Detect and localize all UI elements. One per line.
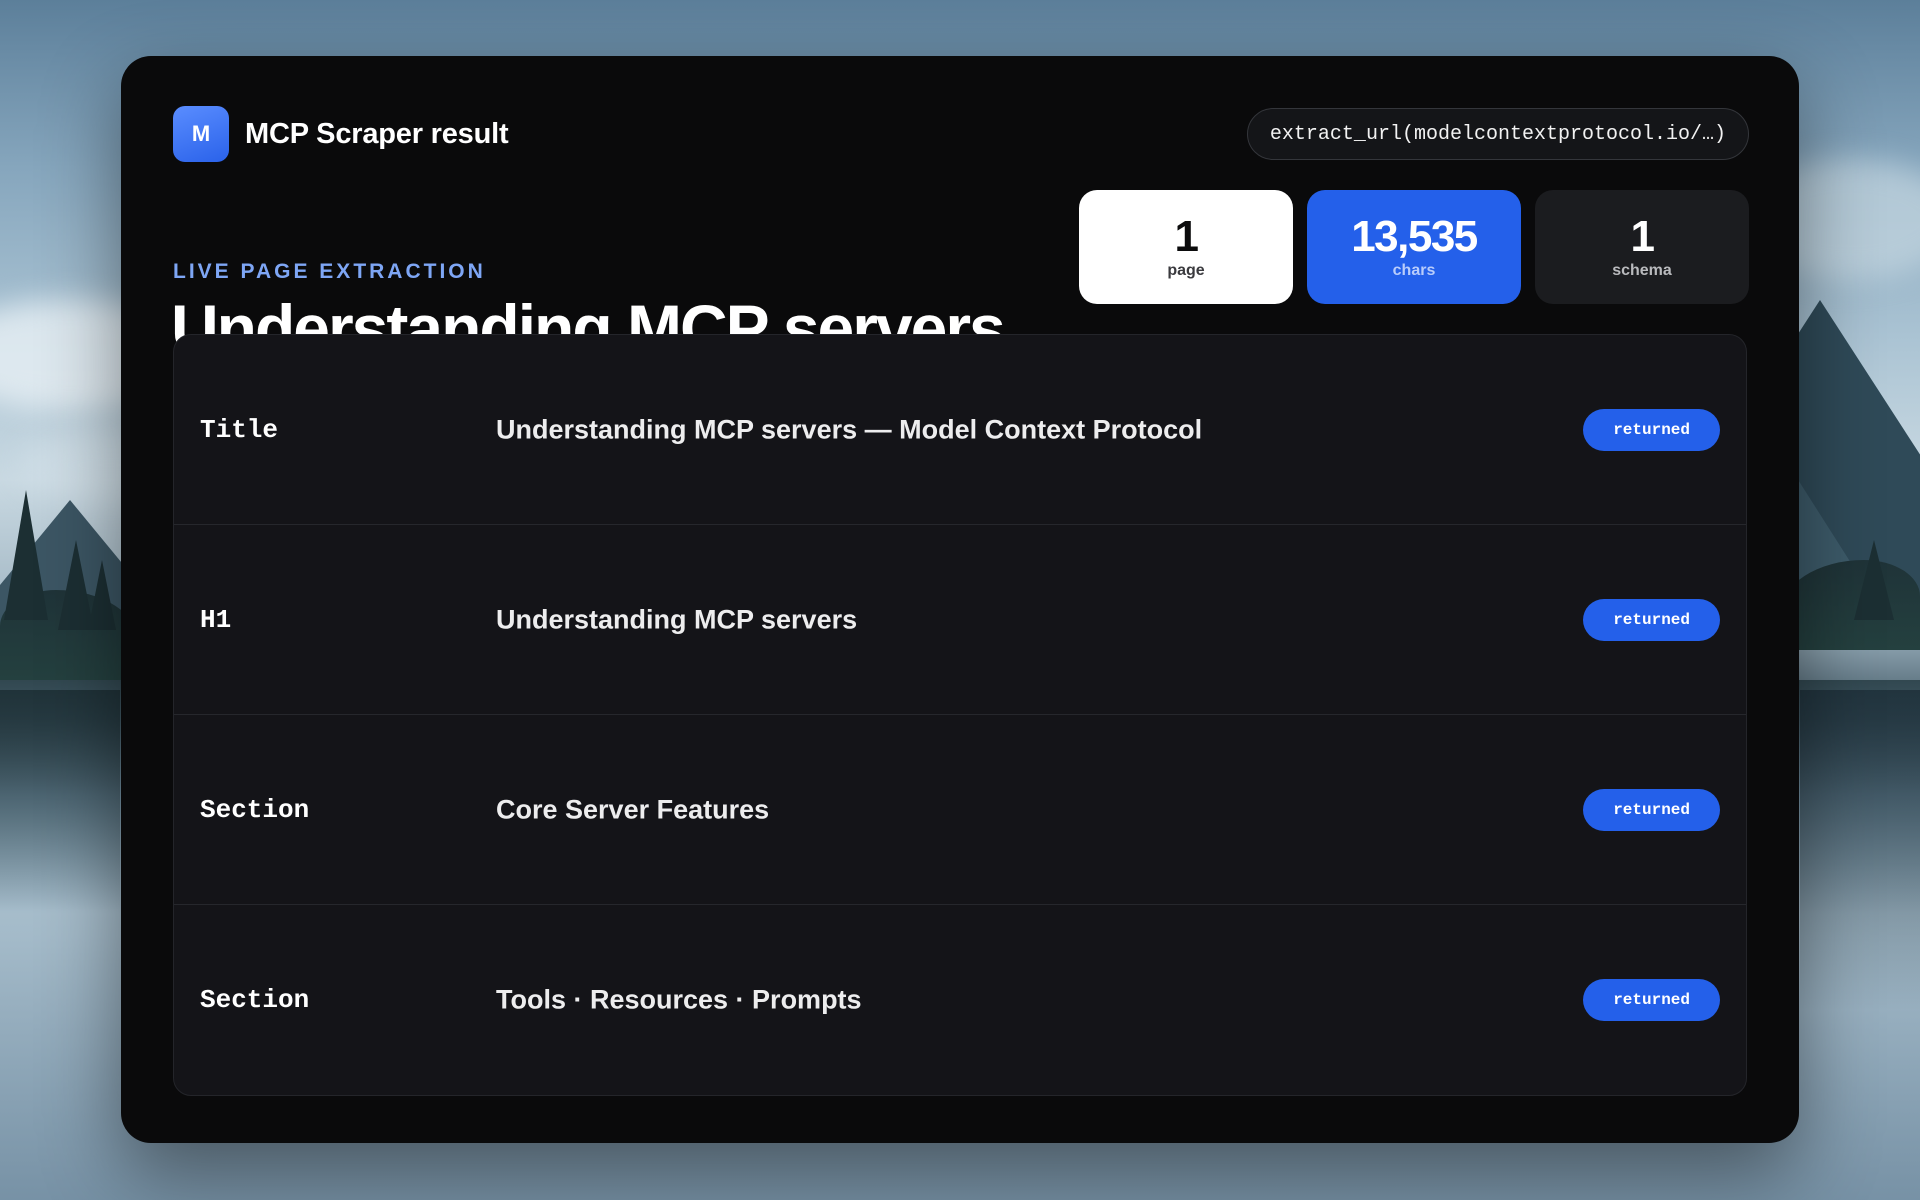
table-row: Title Understanding MCP servers — Model …: [174, 335, 1746, 525]
status-badge: returned: [1583, 979, 1720, 1021]
table-row: Section Core Server Features returned: [174, 715, 1746, 905]
field-value: Understanding MCP servers — Model Contex…: [496, 414, 1203, 444]
stat-card-schema: 1 schema: [1535, 190, 1749, 304]
stat-label: chars: [1392, 262, 1436, 279]
field-value: Understanding MCP servers: [496, 604, 858, 634]
stat-value: 13,535: [1351, 212, 1478, 261]
stats-row: 1 page 13,535 chars 1 schema: [1079, 190, 1749, 304]
table-row: H1 Understanding MCP servers returned: [174, 525, 1746, 715]
status-badge: returned: [1583, 408, 1720, 451]
stat-value: 1: [1630, 212, 1655, 261]
stat-label: schema: [1612, 262, 1672, 279]
stat-value: 1: [1174, 212, 1199, 261]
field-value: Tools · Resources · Prompts: [496, 984, 862, 1015]
status-badge: returned: [1583, 598, 1720, 641]
lake-reflection: [0, 690, 120, 910]
status-badge: returned: [1583, 788, 1720, 831]
field-key: H1: [200, 604, 232, 635]
brand: M MCP Scraper result: [173, 106, 509, 162]
lake-reflection: [1800, 690, 1920, 1010]
field-key: Section: [200, 794, 310, 825]
app-title: MCP Scraper result: [245, 117, 509, 150]
extraction-table: Title Understanding MCP servers — Model …: [173, 334, 1747, 1096]
pine-tree: [88, 560, 116, 630]
stat-card-page: 1 page: [1079, 190, 1293, 304]
stat-label: page: [1167, 262, 1205, 279]
pine-tree: [4, 490, 48, 620]
eyebrow-label: LIVE PAGE EXTRACTION: [173, 260, 486, 283]
result-card: M MCP Scraper result extract_url(modelco…: [121, 56, 1799, 1143]
field-value: Core Server Features: [496, 794, 770, 824]
table-row: Section Tools · Resources · Prompts retu…: [174, 905, 1746, 1095]
field-key: Title: [200, 414, 279, 445]
field-key: Section: [200, 985, 310, 1015]
tool-call-pill: extract_url(modelcontextprotocol.io/…): [1246, 108, 1749, 160]
pine-tree: [1854, 540, 1894, 620]
app-logo: M: [173, 106, 229, 162]
stat-card-chars: 13,535 chars: [1307, 190, 1521, 304]
